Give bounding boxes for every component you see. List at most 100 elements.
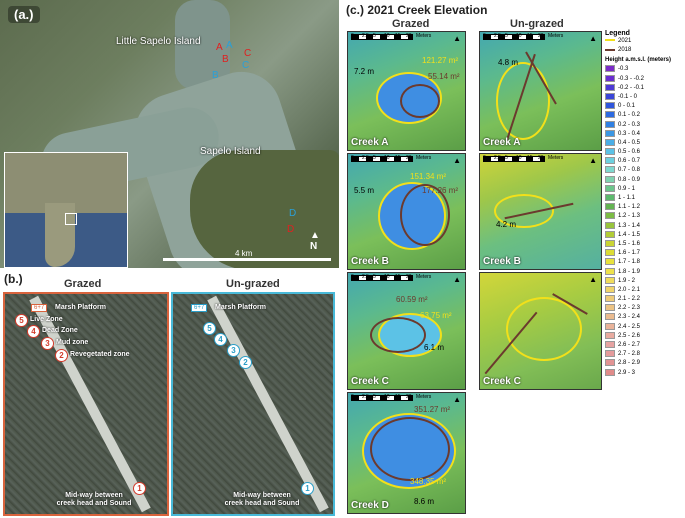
legend-bin-31: 2.7 - 2.8 [605, 350, 683, 359]
map-scale-tick: 2.5 [362, 155, 369, 161]
little-sapelo-label: Little Sapelo Island [116, 36, 201, 47]
legend-bin-label: 2.8 - 2.9 [618, 360, 641, 367]
legend-bin-23: 1.9 - 2 [605, 276, 683, 286]
map-label: Creek C [483, 376, 521, 387]
ungrazed-midway-line2: creek head and Sound [224, 500, 300, 507]
creek-b-grazed-dist: 5.5 m [354, 186, 375, 195]
map-scale-bar [483, 156, 545, 162]
site-d-ungrazed: D [289, 208, 297, 219]
map-scale-unit: Meters [416, 394, 432, 400]
locator-inset-map [4, 152, 128, 268]
legend-bin-21: 1.7 - 1.8 [605, 258, 683, 267]
north-arrow-icon: ▲ [453, 395, 461, 404]
legend-line-2018: 2018 [605, 46, 683, 55]
legend-bin-swatch [605, 138, 615, 146]
grazed-zone-2-label: Revegetated zone [70, 351, 130, 358]
map-scale-tick: 20 [538, 33, 544, 39]
panel-a-satellite-map: (a.) Little Sapelo Island Sapelo Island … [0, 0, 339, 268]
legend-bin-20: 1.6 - 1.7 [605, 249, 683, 258]
map-scale-tick: 0 [351, 33, 354, 39]
legend-bin-label: 1.6 - 1.7 [618, 250, 641, 257]
legend-bin-label: 2.9 - 3 [618, 369, 636, 376]
scale-bar [163, 258, 331, 261]
legend-bin-label: 0.2 - 0.3 [618, 121, 641, 128]
legend-line-label: 2021 [618, 38, 632, 44]
grazed-photo: 6+7 Marsh Platform 5 Live Zone 4 Dead Zo… [3, 292, 169, 516]
legend-title: Legend [605, 30, 630, 37]
ungrazed-photo: 6+7 Marsh Platform 5 4 3 2 1 Mid-way bet… [171, 292, 335, 516]
map-label: Creek D [351, 500, 389, 511]
legend-bin-3: -0.1 - 0 [605, 92, 683, 102]
legend-bin-2: -0.2 - -0.1 [605, 83, 683, 93]
map-scale-unit: Meters [416, 33, 432, 39]
site-b-ungrazed: B [212, 70, 219, 81]
legend-bin-label: 1.4 - 1.5 [618, 231, 641, 238]
map-scale-tick: 0 [351, 274, 354, 280]
map-scale-tick: 5 [373, 274, 376, 280]
legend-bin-5: 0.1 - 0.2 [605, 111, 683, 120]
creek-a-ungrazed-dist: 4.8 m [498, 58, 519, 67]
creek-d-grazed-dist: 8.6 m [414, 497, 435, 506]
legend-bin-4: 0 - 0.1 [605, 102, 683, 111]
legend-bin-swatch [605, 111, 615, 119]
legend-bin-label: -0.3 - -0.2 [618, 75, 645, 82]
legend-bin-26: 2.2 - 2.3 [605, 304, 683, 313]
legend-bin-label: 1.1 - 1.2 [618, 204, 641, 211]
legend-bin-label: 1.2 - 1.3 [618, 213, 641, 220]
map-scale-tick: 20 [406, 33, 412, 39]
legend-bin-22: 1.8 - 1.9 [605, 267, 683, 277]
map-scale-tick: 5 [373, 394, 376, 400]
legend-bin-label: 1.8 - 1.9 [618, 268, 641, 275]
legend-bin-10: 0.6 - 0.7 [605, 157, 683, 166]
creek-basin-2018 [400, 84, 440, 118]
ungrazed-zone-3-marker: 3 [227, 344, 240, 357]
col-grazed-header: Grazed [392, 18, 430, 30]
site-b-grazed: B [222, 54, 229, 65]
map-scale-tick: 5 [505, 33, 508, 39]
map-scale-tick: 5 [505, 155, 508, 161]
ungrazed-zone-5-marker: 5 [203, 322, 216, 335]
legend-bin-29: 2.5 - 2.6 [605, 331, 683, 341]
creek-a-grazed-area-2018: 55.14 m² [428, 72, 460, 81]
legend-bin-swatch [605, 175, 615, 183]
legend-bin-label: 2.6 - 2.7 [618, 342, 641, 349]
grazed-midway-label: Mid-way between creek head and Sound [49, 492, 139, 508]
scale-bar-label: 4 km [235, 249, 253, 258]
creek-b-grazed-area-2021: 151.34 m² [410, 172, 447, 181]
legend-bin-label: 1.9 - 2 [618, 277, 636, 284]
legend-bin-label: 0.5 - 0.6 [618, 149, 641, 156]
creek-basin-2018 [370, 417, 450, 481]
north-arrow-icon: ▲ [453, 275, 461, 284]
legend-bin-label: 0.4 - 0.5 [618, 139, 641, 146]
site-c-ungrazed: C [242, 60, 250, 71]
legend-bin-label: 2.1 - 2.2 [618, 296, 641, 303]
legend-bin-swatch [605, 359, 615, 367]
panel-a-tag: (a.) [8, 6, 40, 23]
legend-bin-label: 0.6 - 0.7 [618, 158, 641, 165]
legend-bin-label: 0.7 - 0.8 [618, 167, 641, 174]
map-label: Creek B [351, 256, 389, 267]
creek-d-grazed-area-2018: 351.27 m² [414, 405, 451, 414]
map-scale-tick: 15 [395, 155, 401, 161]
site-a-ungrazed: A [226, 40, 233, 51]
legend-bin-16: 1.2 - 1.3 [605, 212, 683, 221]
grazed-platform-box: 6+7 [31, 304, 48, 312]
ungrazed-zone-2-marker: 2 [239, 356, 252, 369]
map-label: Creek C [351, 376, 389, 387]
map-scale-bar [351, 34, 413, 40]
map-scale-tick: 10 [384, 33, 390, 39]
map-scale-bar [351, 156, 413, 162]
legend-bin-15: 1.1 - 1.2 [605, 203, 683, 212]
north-arrow-icon: ▲ [453, 156, 461, 165]
legend-ramp-title: Height a.m.s.l. (meters) [605, 57, 672, 64]
map-scale-tick: 2.5 [362, 33, 369, 39]
legend-bin-13: 0.9 - 1 [605, 184, 683, 194]
map-grazed-creek-b: ▲ 5.5 m 151.34 m² 177.26 m² Creek B 0 2.5… [347, 153, 466, 270]
legend-bin-label: 0.1 - 0.2 [618, 112, 641, 119]
legend-bin-swatch [605, 322, 615, 330]
legend-bin-swatch [605, 267, 615, 275]
map-scale-tick: 15 [527, 155, 533, 161]
grazed-zone-3-label: Mud zone [56, 339, 89, 346]
creek-basin-2021 [496, 62, 550, 140]
legend-line-swatch [605, 48, 615, 51]
